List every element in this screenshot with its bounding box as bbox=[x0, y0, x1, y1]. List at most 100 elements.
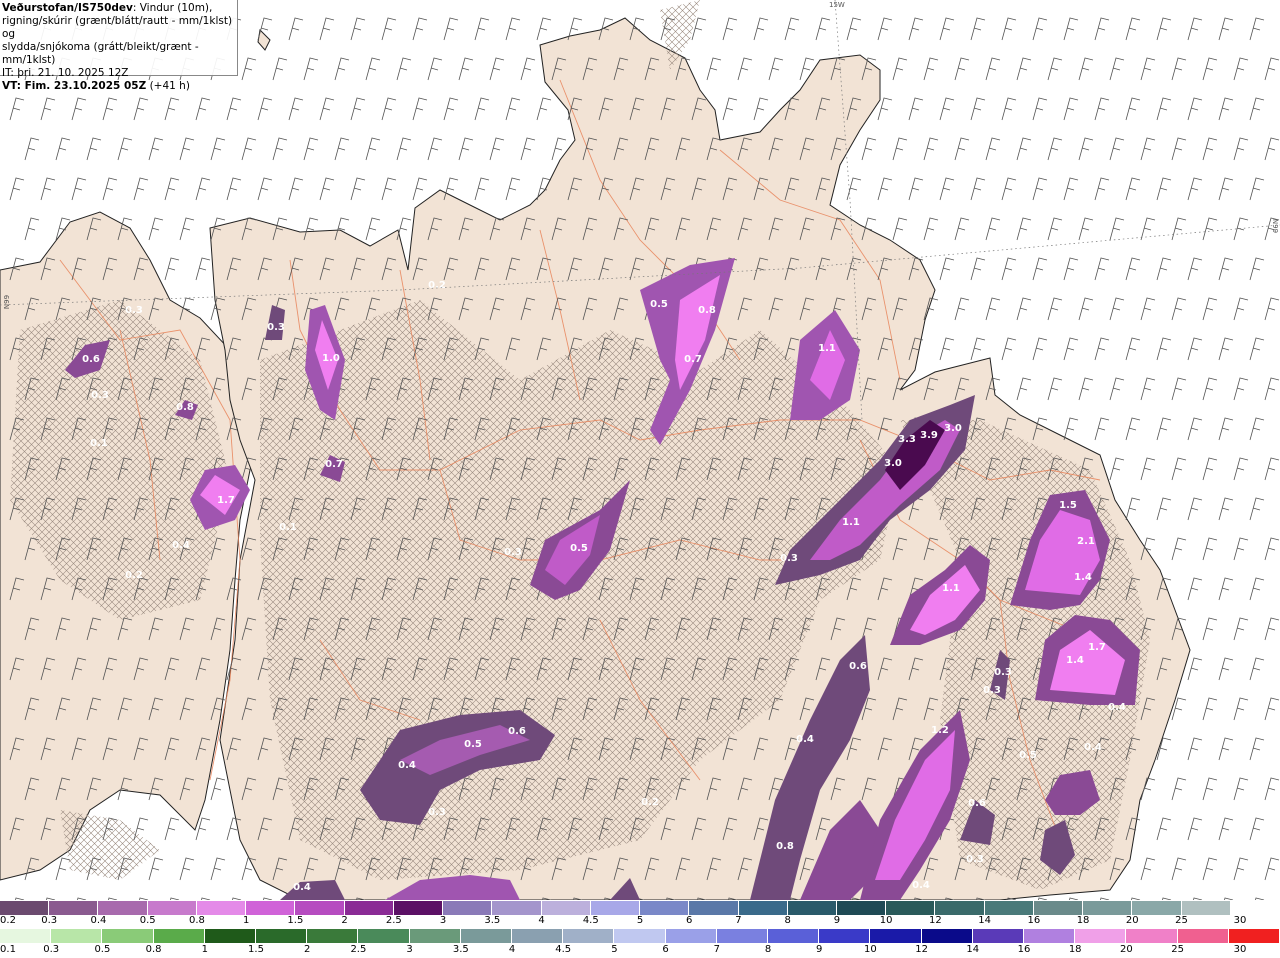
precip-value: 0.6 bbox=[508, 726, 526, 737]
legend-label: 3.5 bbox=[484, 915, 501, 926]
legend-swatch bbox=[512, 929, 564, 943]
legend-label: 1 bbox=[242, 915, 250, 926]
legend-label: 0.8 bbox=[145, 944, 162, 955]
precip-value: 0.1 bbox=[279, 522, 297, 533]
legend-swatch bbox=[1083, 901, 1133, 915]
legend-swatch bbox=[295, 901, 345, 915]
precip-value: 1.1 bbox=[818, 343, 836, 354]
legend-label: 9 bbox=[833, 915, 841, 926]
legend-swatch bbox=[256, 929, 308, 943]
legend-swatch bbox=[768, 929, 820, 943]
precip-value: 0.3 bbox=[966, 854, 984, 865]
legend-label: 30 bbox=[1233, 915, 1247, 926]
legend-swatch bbox=[716, 929, 769, 943]
legend-label: 10 bbox=[864, 944, 877, 955]
legend-swatch bbox=[819, 929, 871, 943]
legend-label: 16 bbox=[1027, 915, 1041, 926]
legend-label: 0.1 bbox=[0, 944, 16, 955]
legend-swatch bbox=[1228, 929, 1280, 943]
legend-swatch bbox=[665, 929, 717, 943]
forecast-offset: (+41 h) bbox=[149, 80, 190, 92]
init-time: IT: þri. 21. 10. 2025 12Z bbox=[2, 67, 129, 79]
precip-value: 0.3 bbox=[994, 667, 1012, 678]
legend-label: 0.4 bbox=[90, 915, 107, 926]
precip-value: 0.2 bbox=[641, 797, 659, 808]
legend-label: 25 bbox=[1175, 915, 1188, 926]
legend-swatch bbox=[870, 929, 922, 943]
legend-label: 4.5 bbox=[555, 944, 572, 955]
precip-value: 1.0 bbox=[322, 353, 340, 364]
legend-swatch bbox=[49, 901, 99, 915]
legend-swatch bbox=[787, 901, 837, 915]
legend-swatch bbox=[1126, 929, 1178, 943]
legend-label: 8 bbox=[784, 915, 791, 926]
rain-legend-labels: 0.1 0.3 0.5 0.8 1 1.5 2 2.5 3 3.5 4 4.5 5 6 7 8 9 10 12 14 1… bbox=[0, 944, 1280, 957]
precip-value: 0.7 bbox=[684, 354, 702, 365]
snow-legend-bar bbox=[0, 901, 1280, 915]
title-source: Veðurstofan/IS750dev bbox=[2, 2, 133, 14]
legend-swatch bbox=[972, 929, 1025, 943]
latitude-label-right: N99 bbox=[1271, 218, 1280, 234]
precip-value: 3.0 bbox=[944, 423, 962, 434]
title-rest: : Vindur (10m), bbox=[132, 2, 213, 14]
legend-swatch bbox=[98, 901, 148, 915]
precip-value: 1.5 bbox=[1059, 500, 1077, 511]
precip-value: 1.1 bbox=[842, 517, 860, 528]
precip-value: 0.5 bbox=[570, 543, 588, 554]
legend-swatch bbox=[196, 901, 247, 915]
legend-label: 10 bbox=[879, 915, 893, 926]
legend-swatch bbox=[51, 929, 103, 943]
legend-label: 4 bbox=[538, 915, 545, 926]
legend-swatch bbox=[492, 901, 542, 915]
legend-swatch bbox=[443, 901, 493, 915]
precip-value: 0.1 bbox=[90, 438, 108, 449]
legend-label: 18 bbox=[1068, 944, 1082, 955]
legend-swatch bbox=[393, 901, 444, 915]
legend-label: 18 bbox=[1076, 915, 1090, 926]
title-line-2: rigning/skúrir (grænt/blátt/rautt - mm/1… bbox=[2, 15, 233, 40]
precip-value: 0.8 bbox=[776, 841, 794, 852]
precip-value: 3.9 bbox=[920, 430, 938, 441]
legend-label: 8 bbox=[764, 944, 772, 955]
legend-label: 12 bbox=[915, 944, 928, 955]
legend-label: 14 bbox=[978, 915, 991, 926]
precip-value: 0.3 bbox=[428, 807, 446, 818]
map-title-box: Veðurstofan/IS750dev: Vindur (10m), rign… bbox=[0, 0, 238, 92]
precip-value: 0.6 bbox=[82, 354, 100, 365]
precip-value: 0.4 bbox=[398, 760, 416, 771]
legend-swatch bbox=[1177, 929, 1229, 943]
latitude-label-left: N99 bbox=[3, 294, 12, 310]
precip-value: 0.3 bbox=[91, 390, 109, 401]
legend-swatch bbox=[344, 901, 394, 915]
precip-value: 2.1 bbox=[1077, 536, 1095, 547]
legend-label: 0.2 bbox=[0, 915, 16, 926]
legend-swatch bbox=[204, 929, 257, 943]
legend-label: 2.5 bbox=[350, 944, 367, 955]
legend-label: 16 bbox=[1017, 944, 1031, 955]
legend-label: 6 bbox=[662, 944, 669, 955]
legend-label: 2 bbox=[341, 915, 348, 926]
legend-swatch bbox=[1033, 901, 1084, 915]
legend-label: 7 bbox=[713, 944, 720, 955]
legend-label: 0.3 bbox=[43, 944, 60, 955]
legend-label: 4.5 bbox=[582, 915, 599, 926]
legend-swatch bbox=[1181, 901, 1231, 915]
legend-label: 5 bbox=[636, 915, 644, 926]
rain-legend-bar bbox=[0, 929, 1280, 943]
legend-swatch bbox=[246, 901, 296, 915]
precip-value: 0.4 bbox=[1084, 742, 1102, 753]
precip-value: 0.8 bbox=[698, 305, 716, 316]
legend-label: 3 bbox=[439, 915, 447, 926]
legend-label: 0.5 bbox=[94, 944, 111, 955]
precip-value: 3.0 bbox=[884, 458, 902, 469]
precip-value: 0.6 bbox=[968, 798, 986, 809]
precip-value: 0.2 bbox=[428, 280, 446, 291]
legend-swatch bbox=[307, 929, 359, 943]
legend-swatch bbox=[1132, 901, 1182, 915]
precip-value: 0.3 bbox=[125, 305, 143, 316]
legend-label: 1 bbox=[201, 944, 208, 955]
legend-label: 2 bbox=[304, 944, 311, 955]
legend-label: 9 bbox=[816, 944, 823, 955]
legend-swatch bbox=[409, 929, 461, 943]
legend-label: 0.3 bbox=[41, 915, 58, 926]
